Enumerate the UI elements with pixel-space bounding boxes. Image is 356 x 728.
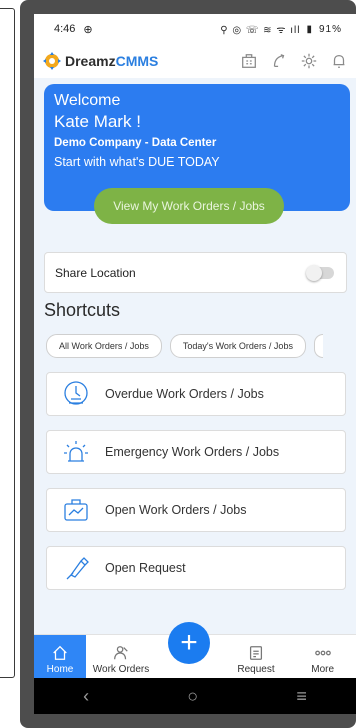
shortcut-overdue-work-orders[interactable]: Overdue Work Orders / Jobs xyxy=(46,372,346,416)
shortcut-open-work-orders[interactable]: Open Work Orders / Jobs xyxy=(46,488,346,532)
nav-request-label: Request xyxy=(237,664,275,675)
left-window-edge xyxy=(0,8,15,678)
home-circle-icon[interactable]: ○ xyxy=(187,686,198,707)
shortcuts-title: Shortcuts xyxy=(44,300,121,320)
due-today-prompt: Start with what's DUE TODAY xyxy=(54,155,220,169)
app-header: Dreamz CMMS xyxy=(34,44,356,78)
request-icon xyxy=(249,646,263,660)
device-frame: 4:46 ⊕ ⚲ ◎ ☏ ≋ ᯤ ıll ▮ 91% Dreamz CMMS W… xyxy=(20,0,356,728)
nav-work-orders-label: Work Orders xyxy=(92,664,150,675)
view-my-work-orders-button[interactable]: View My Work Orders / Jobs xyxy=(94,188,284,224)
chip-more-partial[interactable] xyxy=(313,334,323,358)
logo-text-cmms: CMMS xyxy=(115,53,159,69)
open-work-orders-icon xyxy=(64,499,88,521)
nav-home-label: Home xyxy=(46,664,74,675)
status-time: 4:46 xyxy=(54,23,76,35)
notification-bell-icon[interactable] xyxy=(330,52,348,70)
signal-icons: ⚲ ◎ ☏ ≋ ᯤ ıll xyxy=(220,25,301,36)
gear-logo-icon xyxy=(43,52,61,70)
settings-gear-icon[interactable] xyxy=(300,52,318,70)
share-location-label: Share Location xyxy=(55,265,136,280)
overdue-icon xyxy=(64,381,88,405)
system-navigation-bar: ‹ ○ ≡ xyxy=(34,678,356,714)
add-button[interactable]: + xyxy=(168,622,210,664)
sync-icon: ⊕ xyxy=(83,23,93,36)
nav-home[interactable]: Home xyxy=(34,635,86,679)
logo-text-dreamz: Dreamz xyxy=(65,53,116,69)
technician-icon xyxy=(114,646,128,660)
nav-work-orders[interactable]: Work Orders xyxy=(86,635,156,679)
company-name: Demo Company - Data Center xyxy=(54,137,217,149)
more-dots-icon xyxy=(314,650,331,656)
share-location-toggle[interactable] xyxy=(306,264,334,281)
chip-todays-work-orders[interactable]: Today's Work Orders / Jobs xyxy=(169,334,306,358)
back-icon[interactable]: ‹ xyxy=(83,686,89,707)
nav-request[interactable]: Request xyxy=(223,635,290,679)
shortcut-chips: All Work Orders / Jobs Today's Work Orde… xyxy=(46,334,323,358)
status-bar: 4:46 ⊕ ⚲ ◎ ☏ ≋ ᯤ ıll ▮ 91% xyxy=(34,14,356,44)
chip-all-work-orders[interactable]: All Work Orders / Jobs xyxy=(46,334,162,358)
share-location-row: Share Location xyxy=(44,252,347,293)
nav-more[interactable]: More xyxy=(289,635,356,679)
shortcut-label: Overdue Work Orders / Jobs xyxy=(105,387,264,401)
welcome-text: Welcome xyxy=(54,92,121,109)
recent-apps-icon[interactable]: ≡ xyxy=(296,686,307,707)
shortcut-label: Emergency Work Orders / Jobs xyxy=(105,445,280,459)
shortcut-open-request[interactable]: Open Request xyxy=(46,546,346,590)
shortcut-emergency-work-orders[interactable]: Emergency Work Orders / Jobs xyxy=(46,430,346,474)
nav-more-label: More xyxy=(311,664,335,675)
open-request-icon xyxy=(66,557,89,580)
phone-screen: 4:46 ⊕ ⚲ ◎ ☏ ≋ ᯤ ıll ▮ 91% Dreamz CMMS W… xyxy=(34,14,356,714)
meter-reading-icon[interactable] xyxy=(270,52,288,70)
emergency-icon xyxy=(64,441,88,462)
battery-icon: ▮ xyxy=(306,23,313,35)
user-name: Kate Mark ! xyxy=(54,112,141,131)
building-icon[interactable] xyxy=(240,52,258,70)
battery-level: 91% xyxy=(318,23,342,35)
shortcut-label: Open Request xyxy=(105,561,186,575)
app-logo: Dreamz CMMS xyxy=(42,51,158,71)
home-icon xyxy=(53,645,67,660)
shortcut-label: Open Work Orders / Jobs xyxy=(105,503,247,517)
